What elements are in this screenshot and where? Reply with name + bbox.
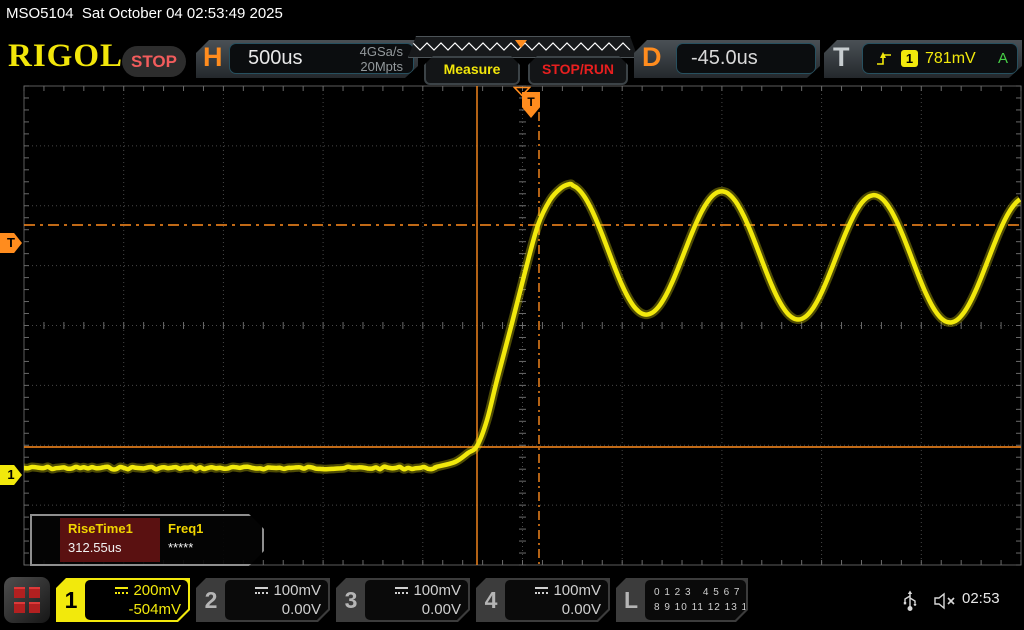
memory-waveform-overview[interactable]	[408, 36, 638, 58]
channel-number: 2	[196, 578, 226, 622]
usb-icon	[903, 590, 917, 612]
horizontal-panel: 500us 4GSa/s20Mpts	[229, 43, 414, 74]
clock-time: 02:53	[962, 590, 1000, 607]
delay-label: D	[642, 42, 662, 73]
trigger-source-badge: 1	[901, 50, 918, 67]
channel-offset: -504mV	[128, 600, 181, 619]
measurement-value: 312.55us	[68, 540, 160, 555]
channel-number: 3	[336, 578, 366, 622]
channel-offset: 0.00V	[562, 600, 601, 619]
channel-scale: 100mV	[553, 581, 601, 600]
dc-coupling-icon	[115, 586, 128, 595]
dc-coupling-icon	[395, 586, 408, 595]
channel-offset: 0.00V	[282, 600, 321, 619]
timebase-value: 500us	[248, 47, 303, 70]
channel4-button[interactable]: 4 100mV 0.00V	[476, 578, 610, 622]
trigger-label: T	[833, 42, 850, 73]
channel-number: 4	[476, 578, 506, 622]
la-digits-row1: 0 1 2 3 4 5 6 7	[654, 585, 741, 600]
horizontal-label: H	[203, 42, 223, 73]
delay-panel: -45.0us	[676, 43, 816, 74]
channel-number: 1	[56, 578, 86, 622]
dc-coupling-icon	[535, 586, 548, 595]
measure-button[interactable]: Measure	[424, 56, 520, 85]
measurement-results-box: RiseTime1 312.55us Freq1 *****	[30, 514, 264, 566]
model-and-datetime: MSO5104 Sat October 04 02:53:49 2025	[0, 0, 1024, 28]
channel-scale: 200mV	[133, 581, 181, 600]
measurement-risetime[interactable]: RiseTime1 312.55us	[60, 518, 160, 562]
channel-scale: 100mV	[273, 581, 321, 600]
measurement-value: *****	[168, 540, 260, 555]
channel2-button[interactable]: 2 100mV 0.00V	[196, 578, 330, 622]
run-state-indicator[interactable]: STOP	[122, 46, 186, 77]
rigol-logo: RIGOL	[8, 38, 123, 75]
trigger-settings-button[interactable]: T 1 781mV A	[824, 40, 1022, 78]
rising-edge-trigger-icon	[875, 50, 893, 68]
speaker-muted-icon	[933, 592, 957, 610]
sample-rate-and-depth: 4GSa/s20Mpts	[360, 44, 403, 74]
channel3-button[interactable]: 3 100mV 0.00V	[336, 578, 470, 622]
channel-offset: 0.00V	[422, 600, 461, 619]
oscilloscope-screen: MSO5104 Sat October 04 02:53:49 2025 RIG…	[0, 0, 1024, 630]
main-menu-button[interactable]	[4, 577, 50, 623]
dc-coupling-icon	[255, 586, 268, 595]
measurement-name: Freq1	[168, 521, 260, 536]
logic-analyzer-button[interactable]: L 0 1 2 3 4 5 6 7 8 9 10 11 12 13 14 15	[616, 578, 748, 622]
channel1-button[interactable]: 1 200mV -504mV	[56, 578, 190, 622]
stop-run-button[interactable]: STOP/RUN	[528, 56, 628, 85]
channel-scale: 100mV	[413, 581, 461, 600]
horizontal-settings-button[interactable]: H 500us 4GSa/s20Mpts	[196, 40, 418, 78]
trigger-mode: A	[998, 50, 1008, 67]
trigger-delay-button[interactable]: D -45.0us	[634, 40, 820, 78]
la-label: L	[616, 578, 646, 622]
delay-value: -45.0us	[691, 47, 758, 70]
measurement-name: RiseTime1	[68, 521, 160, 536]
trigger-panel: 1 781mV A	[862, 43, 1018, 74]
menu-grid-icon	[14, 587, 40, 613]
trigger-level-value: 781mV	[925, 50, 976, 68]
measurement-freq[interactable]: Freq1 *****	[160, 518, 260, 562]
overview-zigzag	[409, 37, 635, 55]
